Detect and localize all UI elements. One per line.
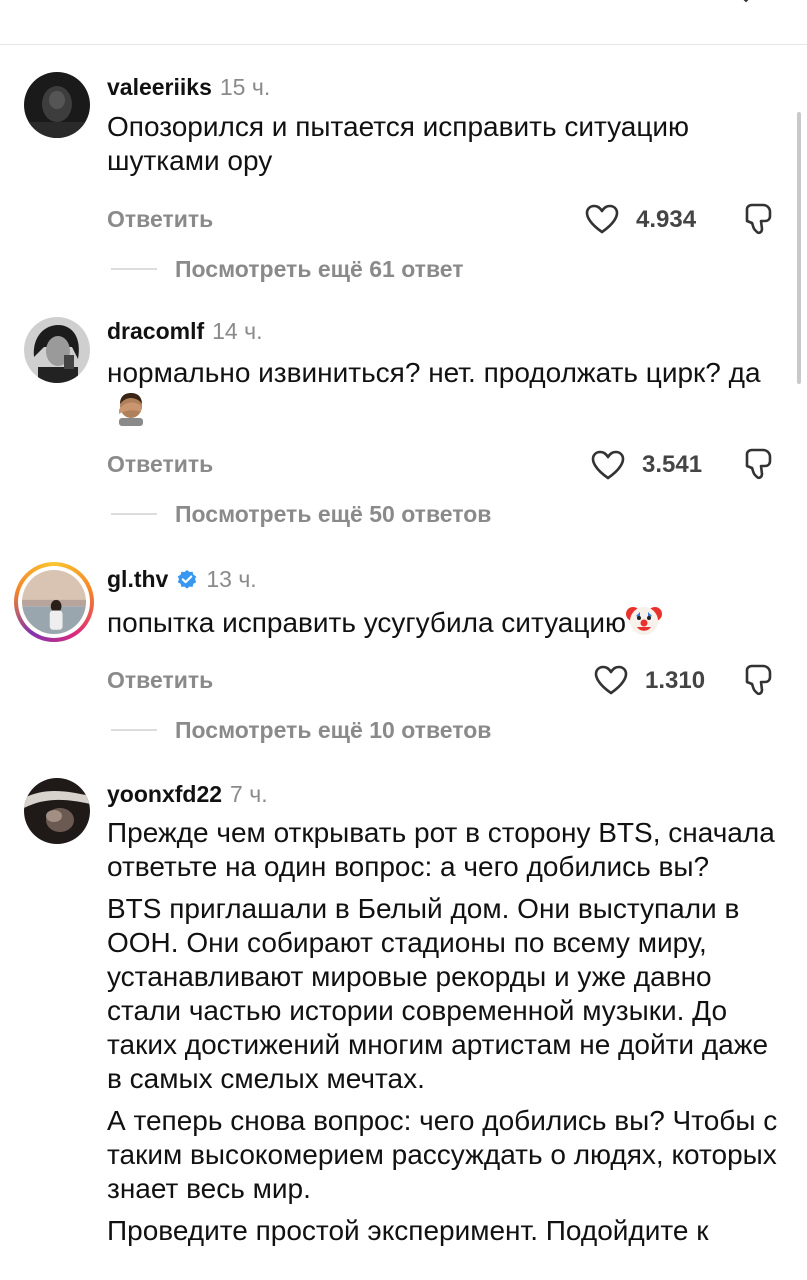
comment-meta: yoonxfd22 7 ч. xyxy=(107,781,268,808)
comment-paragraph: Опозорился и пытается исправить ситуацию… xyxy=(107,111,690,176)
comment-text: нормально извиниться? нет. продолжать ци… xyxy=(107,356,787,434)
like-count: 1.310 xyxy=(645,667,706,694)
username[interactable]: valeeriiks xyxy=(107,74,212,101)
facepalm-emoji-icon xyxy=(119,393,143,426)
comment-text: попытка исправить усугубила ситуацию xyxy=(107,602,787,648)
username[interactable]: yoonxfd22 xyxy=(107,781,222,808)
dislike-icon[interactable] xyxy=(741,448,773,480)
like-count: 3.541 xyxy=(642,451,703,478)
verified-badge-icon xyxy=(178,569,197,589)
comment-meta: valeeriiks 15 ч. xyxy=(107,74,270,101)
comment-text: Опозорился и пытается исправить ситуацию… xyxy=(107,110,747,186)
avatar[interactable] xyxy=(24,72,90,138)
reply-button[interactable]: Ответить xyxy=(107,451,213,478)
more-replies-line xyxy=(111,513,157,515)
view-more-replies[interactable]: Посмотреть ещё 10 ответов xyxy=(175,717,491,744)
timestamp: 13 ч. xyxy=(206,566,257,592)
comment-paragraph: попытка исправить усугубила ситуацию xyxy=(107,607,627,638)
heart-icon[interactable] xyxy=(585,204,619,234)
reply-button[interactable]: Ответить xyxy=(107,206,213,233)
comment-text: Прежде чем открывать рот в сторону BTS, … xyxy=(107,816,779,1256)
comment-paragraph: А теперь снова вопрос: чего добились вы?… xyxy=(107,1105,778,1204)
comment-paragraph: Проведите простой эксперимент. Подойдите… xyxy=(107,1215,709,1246)
like-count: 4.934 xyxy=(636,206,697,233)
scrollbar[interactable] xyxy=(797,112,801,384)
avatar[interactable] xyxy=(24,778,90,844)
username[interactable]: dracomlf xyxy=(107,318,204,345)
header-divider xyxy=(0,44,807,45)
view-more-replies[interactable]: Посмотреть ещё 61 ответ xyxy=(175,256,464,283)
view-more-replies[interactable]: Посмотреть ещё 50 ответов xyxy=(175,501,491,528)
comment-paragraph: BTS приглашали в Белый дом. Они выступал… xyxy=(107,893,769,1094)
comment-meta: gl.thv 13 ч. xyxy=(107,566,257,593)
heart-icon[interactable] xyxy=(594,665,628,695)
comment-paragraph: Прежде чем открывать рот в сторону BTS, … xyxy=(107,817,775,882)
chevron-down-icon[interactable] xyxy=(739,0,753,6)
more-replies-line xyxy=(111,268,157,270)
avatar[interactable] xyxy=(24,317,90,383)
more-replies-line xyxy=(111,729,157,731)
comment-meta: dracomlf 14 ч. xyxy=(107,318,263,345)
username[interactable]: gl.thv xyxy=(107,566,168,593)
clown-emoji-icon xyxy=(626,607,663,635)
dislike-icon[interactable] xyxy=(741,664,773,696)
reply-button[interactable]: Ответить xyxy=(107,667,213,694)
avatar xyxy=(22,570,86,634)
dislike-icon[interactable] xyxy=(741,203,773,235)
comment-paragraph: нормально извиниться? нет. продолжать ци… xyxy=(107,357,761,388)
timestamp: 7 ч. xyxy=(230,781,268,807)
timestamp: 15 ч. xyxy=(219,74,271,100)
heart-icon[interactable] xyxy=(591,450,625,480)
timestamp: 14 ч. xyxy=(212,318,263,344)
avatar-story-ring[interactable] xyxy=(14,562,94,642)
